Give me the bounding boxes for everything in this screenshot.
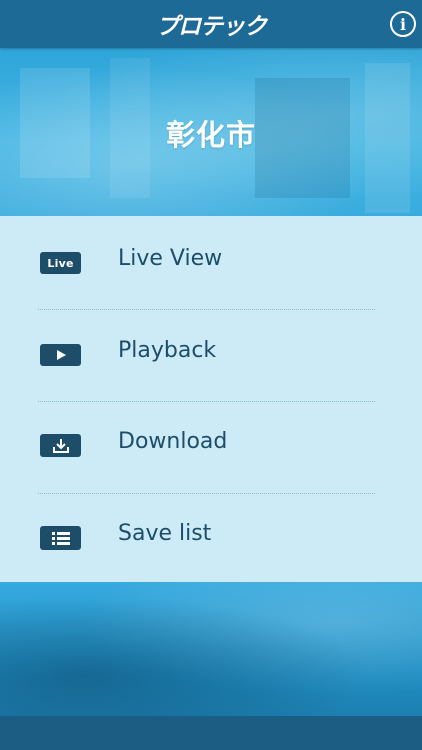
city-title: 彰化市 <box>165 118 256 152</box>
hero-banner: 彰化市 <box>0 48 422 216</box>
bottom-background <box>0 582 422 716</box>
menu-item-label: Live View <box>118 246 223 271</box>
menu-item-label: Download <box>118 429 228 454</box>
list-icon <box>40 526 81 550</box>
menu-item-playback[interactable]: Playback <box>0 308 422 399</box>
play-icon <box>40 344 81 366</box>
app-logo: プロテック <box>156 14 267 40</box>
menu-item-live-view[interactable]: Live Live View <box>0 216 422 307</box>
live-icon: Live <box>40 252 81 274</box>
menu-item-label: Save list <box>118 521 212 546</box>
menu-item-save-list[interactable]: Save list <box>0 491 422 582</box>
menu-item-label: Playback <box>118 338 217 363</box>
app-header: プロテック i <box>0 0 422 48</box>
info-icon: i <box>399 14 407 34</box>
download-icon <box>40 434 81 457</box>
info-button[interactable]: i <box>390 11 416 37</box>
menu-item-download[interactable]: Download <box>0 399 422 490</box>
footer-bar <box>0 716 422 750</box>
main-menu: Live Live View Playback Download Save li… <box>0 216 422 582</box>
